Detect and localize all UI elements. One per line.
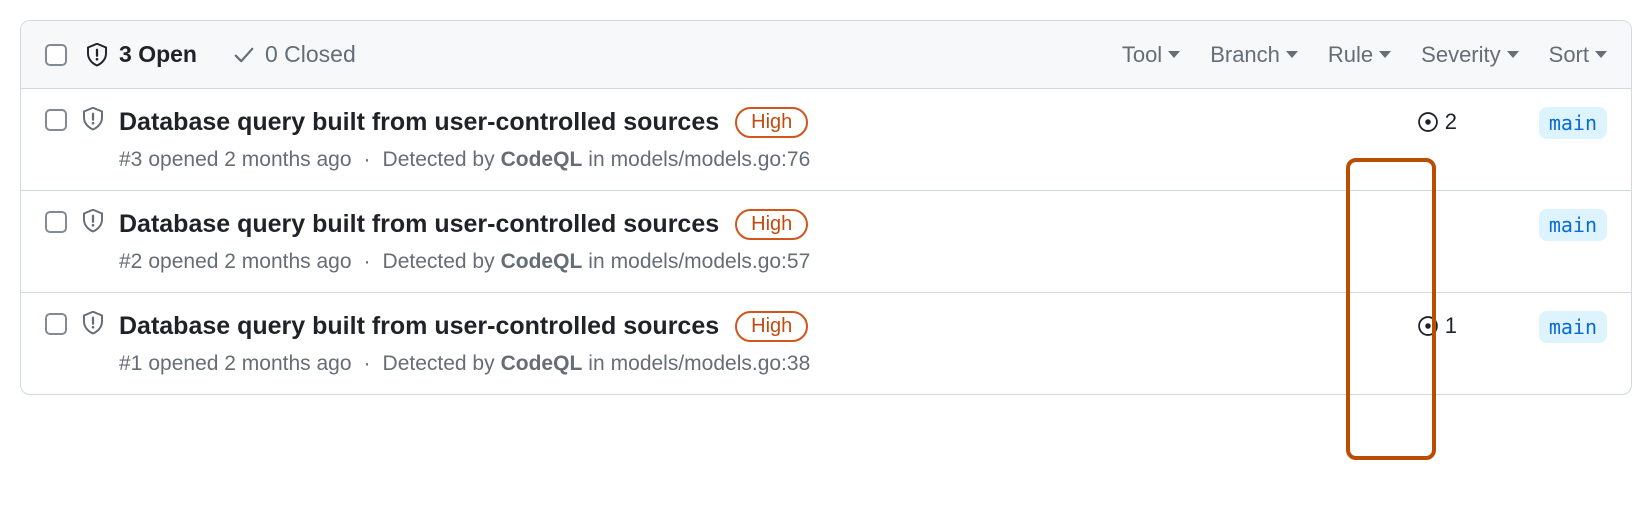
severity-filter[interactable]: Severity [1421, 42, 1518, 68]
file-location: models/models.go:38 [611, 352, 811, 376]
row-checkbox[interactable] [45, 109, 67, 131]
detector-name: CodeQL [501, 352, 583, 376]
caret-down-icon [1507, 51, 1519, 58]
row-checkbox[interactable] [45, 211, 67, 233]
row-checkbox[interactable] [45, 313, 67, 335]
filter-label: Tool [1122, 42, 1162, 68]
shield-alert-icon [81, 209, 105, 233]
alert-title-link[interactable]: Database query built from user-controlle… [119, 210, 719, 239]
in-text: in [588, 148, 604, 172]
caret-down-icon [1168, 51, 1180, 58]
caret-down-icon [1595, 51, 1607, 58]
issue-open-icon [1417, 111, 1439, 133]
detected-prefix: Detected by [383, 148, 495, 172]
sort-filter[interactable]: Sort [1549, 42, 1607, 68]
in-text: in [588, 352, 604, 376]
linked-issues[interactable]: 2 [1417, 109, 1457, 135]
alert-title-link[interactable]: Database query built from user-controlle… [119, 312, 719, 341]
closed-count-label: 0 Closed [265, 41, 356, 68]
alert-row: Database query built from user-controlle… [21, 89, 1631, 191]
detector-name: CodeQL [501, 250, 583, 274]
open-filter[interactable]: 3 Open [85, 41, 197, 68]
header-left: 3 Open 0 Closed [45, 41, 1122, 68]
detected-prefix: Detected by [383, 352, 495, 376]
caret-down-icon [1286, 51, 1298, 58]
severity-badge: High [735, 107, 808, 138]
opened-text: opened 2 months ago [148, 148, 351, 172]
open-count-label: 3 Open [119, 41, 197, 68]
filter-label: Sort [1549, 42, 1589, 68]
alerts-panel: 3 Open 0 Closed Tool Branch Rul [20, 20, 1632, 395]
select-all-checkbox[interactable] [45, 44, 67, 66]
alert-row: Database query built from user-controlle… [21, 293, 1631, 394]
issue-count: 1 [1445, 313, 1457, 339]
opened-text: opened 2 months ago [148, 352, 351, 376]
detected-prefix: Detected by [383, 250, 495, 274]
filter-label: Rule [1328, 42, 1373, 68]
alerts-panel-header: 3 Open 0 Closed Tool Branch Rul [21, 21, 1631, 89]
alert-id: #1 [119, 352, 142, 376]
filter-label: Severity [1421, 42, 1500, 68]
alert-subline: #1 opened 2 months ago · Detected by Cod… [119, 352, 1379, 376]
file-location: models/models.go:57 [611, 250, 811, 274]
in-text: in [588, 250, 604, 274]
branch-badge[interactable]: main [1539, 311, 1607, 343]
issue-open-icon [1417, 315, 1439, 337]
rule-filter[interactable]: Rule [1328, 42, 1391, 68]
header-right: Tool Branch Rule Severity Sort [1122, 42, 1607, 68]
file-location: models/models.go:76 [611, 148, 811, 172]
shield-alert-icon [81, 311, 105, 335]
severity-badge: High [735, 209, 808, 240]
alert-id: #2 [119, 250, 142, 274]
alert-subline: #2 opened 2 months ago · Detected by Cod… [119, 250, 1379, 274]
branch-badge[interactable]: main [1539, 107, 1607, 139]
opened-text: opened 2 months ago [148, 250, 351, 274]
filter-label: Branch [1210, 42, 1280, 68]
alert-row: Database query built from user-controlle… [21, 191, 1631, 293]
branch-badge[interactable]: main [1539, 209, 1607, 241]
shield-alert-icon [85, 43, 109, 67]
severity-badge: High [735, 311, 808, 342]
linked-issues[interactable]: 1 [1417, 313, 1457, 339]
alert-title-link[interactable]: Database query built from user-controlle… [119, 108, 719, 137]
detector-name: CodeQL [501, 148, 583, 172]
branch-filter[interactable]: Branch [1210, 42, 1298, 68]
closed-filter[interactable]: 0 Closed [233, 41, 356, 68]
shield-alert-icon [81, 107, 105, 131]
alert-main: Database query built from user-controlle… [119, 311, 1379, 376]
alert-subline: #3 opened 2 months ago · Detected by Cod… [119, 148, 1379, 172]
issue-count: 2 [1445, 109, 1457, 135]
caret-down-icon [1379, 51, 1391, 58]
alert-main: Database query built from user-controlle… [119, 107, 1379, 172]
check-icon [233, 44, 255, 66]
tool-filter[interactable]: Tool [1122, 42, 1180, 68]
alert-id: #3 [119, 148, 142, 172]
alert-main: Database query built from user-controlle… [119, 209, 1379, 274]
